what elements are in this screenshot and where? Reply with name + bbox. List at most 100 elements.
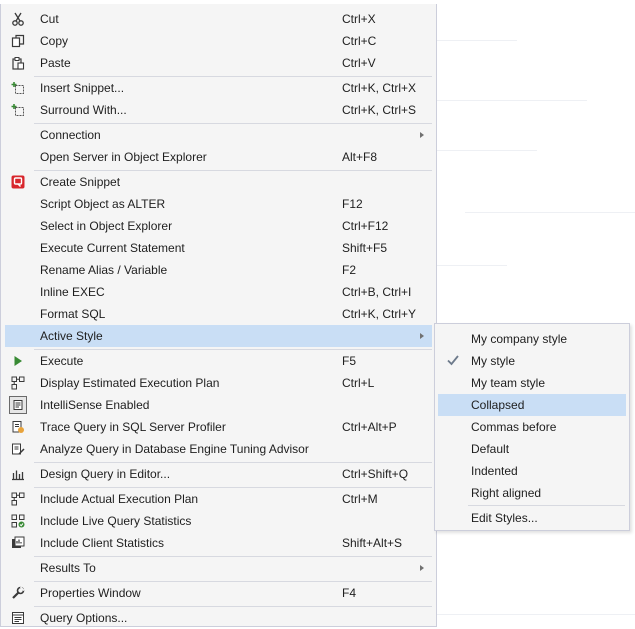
submenu-item-collapsed[interactable]: Collapsed	[438, 394, 626, 416]
submenu-item-default[interactable]: Default	[438, 438, 626, 460]
menu-item-label: Surround With...	[40, 103, 127, 117]
query-options-icon	[9, 609, 27, 627]
menu-item-design-query[interactable]: Design Query in Editor... Ctrl+Shift+Q	[5, 463, 432, 485]
surround-with-icon	[9, 101, 27, 119]
menu-item-rename-alias[interactable]: Rename Alias / Variable F2	[5, 259, 432, 281]
menu-item-format-sql[interactable]: Format SQL Ctrl+K, Ctrl+Y	[5, 303, 432, 325]
menu-item-label: Open Server in Object Explorer	[40, 150, 207, 164]
menu-item-shortcut: Ctrl+L	[342, 376, 375, 390]
menu-item-shortcut: Ctrl+K, Ctrl+X	[342, 81, 417, 95]
menu-item-surround-with[interactable]: Surround With... Ctrl+K, Ctrl+S	[5, 99, 432, 121]
menu-item-active-style[interactable]: Active Style	[5, 325, 432, 347]
menu-item-label: Display Estimated Execution Plan	[40, 376, 220, 390]
menu-item-label: Properties Window	[40, 586, 141, 600]
submenu-item-label: Edit Styles...	[471, 511, 538, 525]
submenu-arrow-icon	[420, 565, 424, 571]
submenu-item-my-team-style[interactable]: My team style	[438, 372, 626, 394]
background-line	[437, 150, 537, 151]
insert-snippet-icon	[9, 79, 27, 97]
menu-item-shortcut: Ctrl+Alt+P	[342, 420, 397, 434]
menu-item-label: Include Client Statistics	[40, 536, 165, 550]
submenu-item-label: Default	[471, 442, 510, 456]
menu-item-actual-plan[interactable]: Include Actual Execution Plan Ctrl+M	[5, 488, 432, 510]
menu-item-label: Paste	[40, 56, 71, 70]
menu-item-shortcut: Ctrl+Shift+Q	[342, 467, 409, 481]
background-line	[437, 100, 587, 101]
menu-item-inline-exec[interactable]: Inline EXEC Ctrl+B, Ctrl+I	[5, 281, 432, 303]
submenu-arrow-icon	[420, 132, 424, 138]
menu-item-shortcut: Ctrl+K, Ctrl+Y	[342, 307, 417, 321]
menu-item-connection[interactable]: Connection	[5, 124, 432, 146]
submenu-item-my-style[interactable]: My style	[438, 350, 626, 372]
menu-item-shortcut: Ctrl+K, Ctrl+S	[342, 103, 417, 117]
actual-plan-icon	[9, 490, 27, 508]
checkmark-icon	[446, 352, 460, 368]
menu-item-shortcut: F5	[342, 354, 357, 368]
menu-item-label: Analyze Query in Database Engine Tuning …	[40, 442, 309, 456]
menu-item-label: Results To	[40, 561, 96, 575]
submenu-arrow-icon	[420, 333, 424, 339]
menu-item-select-object-explorer[interactable]: Select in Object Explorer Ctrl+F12	[5, 215, 432, 237]
menu-item-label: Include Actual Execution Plan	[40, 492, 199, 506]
menu-item-shortcut: Ctrl+B, Ctrl+I	[342, 285, 412, 299]
menu-item-properties-window[interactable]: Properties Window F4	[5, 582, 432, 604]
menu-item-query-options[interactable]: Query Options...	[5, 607, 432, 629]
menu-item-trace-profiler[interactable]: Trace Query in SQL Server Profiler Ctrl+…	[5, 416, 432, 438]
menu-item-label: Create Snippet	[40, 175, 121, 189]
menu-item-label: Trace Query in SQL Server Profiler	[40, 420, 226, 434]
menu-item-label: Format SQL	[40, 307, 106, 321]
submenu-item-label: Indented	[471, 464, 518, 478]
submenu-item-label: Commas before	[471, 420, 557, 434]
menu-item-results-to[interactable]: Results To	[5, 557, 432, 579]
menu-item-create-snippet[interactable]: Create Snippet	[5, 171, 432, 193]
menu-item-insert-snippet[interactable]: Insert Snippet... Ctrl+K, Ctrl+X	[5, 77, 432, 99]
submenu-separator	[468, 505, 625, 506]
design-query-icon	[9, 465, 27, 483]
submenu-item-indented[interactable]: Indented	[438, 460, 626, 482]
menu-item-label: Execute	[40, 354, 84, 368]
menu-item-label: Active Style	[40, 329, 103, 343]
submenu-item-edit-styles[interactable]: Edit Styles...	[438, 507, 626, 529]
menu-item-shortcut: F12	[342, 197, 363, 211]
submenu-item-right-aligned[interactable]: Right aligned	[438, 482, 626, 504]
menu-item-label: Copy	[40, 34, 69, 48]
menu-item-label: Query Options...	[40, 611, 128, 625]
menu-item-shortcut: F2	[342, 263, 357, 277]
live-stats-icon	[9, 512, 27, 530]
menu-item-estimated-plan[interactable]: Display Estimated Execution Plan Ctrl+L	[5, 372, 432, 394]
menu-item-shortcut: Ctrl+F12	[342, 219, 389, 233]
menu-item-shortcut: Ctrl+X	[342, 12, 376, 26]
menu-item-script-object-alter[interactable]: Script Object as ALTER F12	[5, 193, 432, 215]
background-line	[465, 212, 635, 213]
menu-item-label: Design Query in Editor...	[40, 467, 171, 481]
intellisense-icon	[9, 396, 27, 414]
menu-item-label: Script Object as ALTER	[40, 197, 166, 211]
menu-item-live-query-stats[interactable]: Include Live Query Statistics	[5, 510, 432, 532]
background-line	[437, 614, 635, 615]
tuning-advisor-icon	[9, 440, 27, 458]
menu-item-analyze-tuning-advisor[interactable]: Analyze Query in Database Engine Tuning …	[5, 438, 432, 460]
background-line	[437, 40, 517, 41]
menu-item-intellisense[interactable]: IntelliSense Enabled	[5, 394, 432, 416]
active-style-submenu: My company style My style My team style …	[434, 323, 630, 531]
client-stats-icon	[9, 534, 27, 552]
scissors-icon	[9, 10, 27, 28]
menu-item-label: Select in Object Explorer	[40, 219, 173, 233]
submenu-item-commas-before[interactable]: Commas before	[438, 416, 626, 438]
menu-item-cut[interactable]: Cut Ctrl+X	[5, 8, 432, 30]
submenu-item-my-company-style[interactable]: My company style	[438, 328, 626, 350]
menu-item-copy[interactable]: Copy Ctrl+C	[5, 30, 432, 52]
menu-item-shortcut: Shift+Alt+S	[342, 536, 403, 550]
menu-item-paste[interactable]: Paste Ctrl+V	[5, 52, 432, 74]
menu-item-client-stats[interactable]: Include Client Statistics Shift+Alt+S	[5, 532, 432, 554]
menu-item-label: Rename Alias / Variable	[40, 263, 168, 277]
menu-item-label: Execute Current Statement	[40, 241, 185, 255]
menu-item-open-server[interactable]: Open Server in Object Explorer Alt+F8	[5, 146, 432, 168]
execute-play-icon	[9, 352, 27, 370]
menu-item-shortcut: Ctrl+M	[342, 492, 378, 506]
menu-item-execute[interactable]: Execute F5	[5, 350, 432, 372]
menu-item-execute-current-statement[interactable]: Execute Current Statement Shift+F5	[5, 237, 432, 259]
menu-item-label: Include Live Query Statistics	[40, 514, 192, 528]
estimated-plan-icon	[9, 374, 27, 392]
menu-item-shortcut: Alt+F8	[342, 150, 378, 164]
